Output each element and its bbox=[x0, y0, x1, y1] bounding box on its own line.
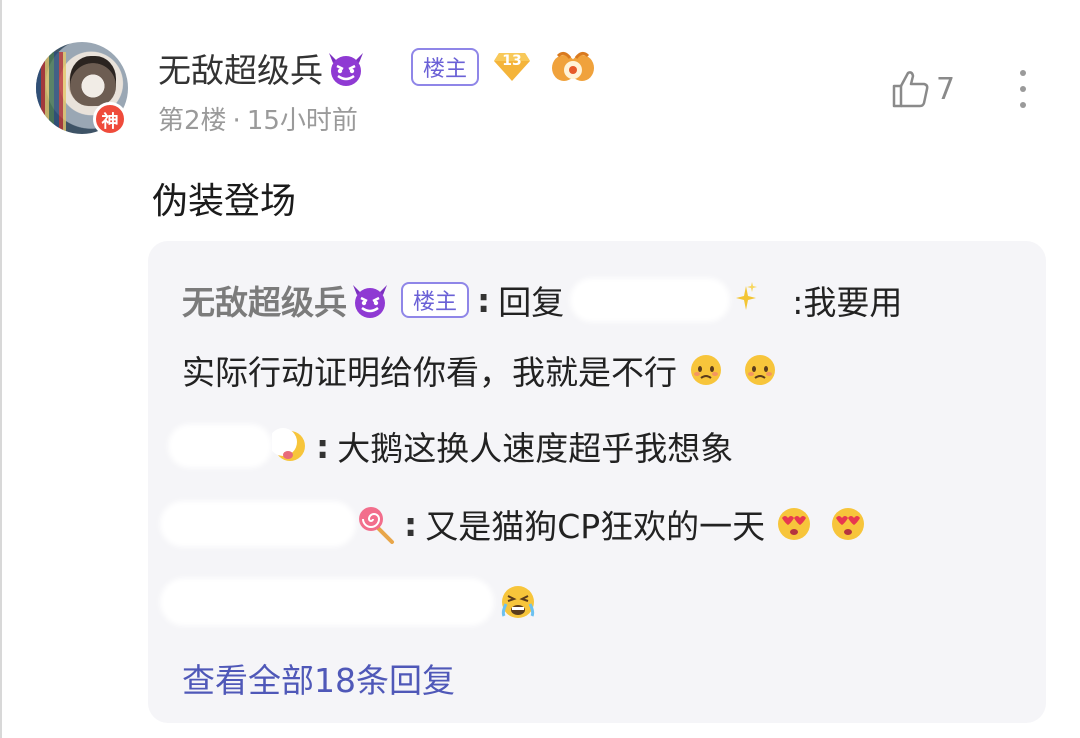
reply-text: 又是猫狗CP狂欢的一天 bbox=[425, 507, 766, 546]
username-text: 无敌超级兵 bbox=[158, 51, 323, 90]
like-button[interactable]: 7 bbox=[890, 68, 955, 110]
redacted-username bbox=[570, 278, 731, 322]
reply-colon: : bbox=[404, 504, 418, 544]
reply-username[interactable]: 无敌超级兵 bbox=[182, 276, 347, 324]
redacted-reply bbox=[160, 578, 494, 626]
crying-emoji-icon bbox=[501, 586, 535, 618]
view-all-replies-link[interactable]: 查看全部18条回复 bbox=[182, 654, 455, 702]
redacted-username bbox=[160, 501, 356, 547]
thumbs-up-icon bbox=[892, 71, 929, 108]
reply-item[interactable]: : 又是猫狗CP狂欢的一天 bbox=[160, 500, 867, 548]
floor-number: 第2楼 bbox=[158, 106, 227, 136]
screen-edge bbox=[0, 0, 2, 738]
op-tag: 楼主 bbox=[411, 48, 480, 86]
lollipop-icon bbox=[359, 507, 394, 544]
gesture-icon bbox=[552, 51, 594, 81]
reply-text-continued: 实际行动证明给你看，我就是不行 bbox=[182, 346, 777, 394]
reply-colon: : bbox=[477, 280, 491, 320]
avatar-background bbox=[36, 52, 66, 132]
comment-text: 伪装登场 bbox=[152, 181, 297, 222]
redacted-username bbox=[168, 424, 272, 468]
reply-op-tag: 楼主 bbox=[401, 282, 470, 318]
level-number: 13 bbox=[502, 53, 522, 69]
comment-time: 15小时前 bbox=[246, 106, 358, 136]
like-count: 7 bbox=[936, 71, 956, 107]
reply-word: 回复 bbox=[498, 283, 565, 322]
more-vertical-icon[interactable] bbox=[1008, 66, 1038, 112]
avatar-cat bbox=[70, 56, 116, 106]
worried-emoji-icon bbox=[745, 355, 775, 385]
reply-text: :我要用 bbox=[792, 283, 903, 322]
comment-meta: 第2楼 · 15小时前 bbox=[158, 100, 358, 137]
meta-dot: · bbox=[232, 106, 241, 136]
heart-eyes-emoji-icon bbox=[778, 508, 811, 540]
avatar-badge: 神 bbox=[93, 102, 127, 136]
heart-eyes-emoji-icon bbox=[832, 508, 865, 540]
crescent-emoji-icon bbox=[272, 428, 305, 461]
reply-item[interactable]: 无敌超级兵 楼主 : 回复 :我要用 bbox=[182, 276, 902, 324]
reply-colon: : bbox=[316, 426, 330, 466]
reply-item[interactable] bbox=[160, 578, 538, 626]
reply-text: 大鹅这换人速度超乎我想象 bbox=[337, 429, 734, 468]
devil-emoji-icon bbox=[329, 53, 363, 86]
devil-emoji-icon bbox=[353, 285, 387, 318]
reply-item[interactable]: : 大鹅这换人速度超乎我想象 bbox=[168, 422, 733, 470]
comment-username[interactable]: 无敌超级兵 bbox=[158, 44, 367, 92]
reply-text: 实际行动证明给你看，我就是不行 bbox=[182, 353, 677, 392]
sparkle-icon bbox=[736, 282, 758, 310]
worried-emoji-icon bbox=[691, 355, 721, 385]
